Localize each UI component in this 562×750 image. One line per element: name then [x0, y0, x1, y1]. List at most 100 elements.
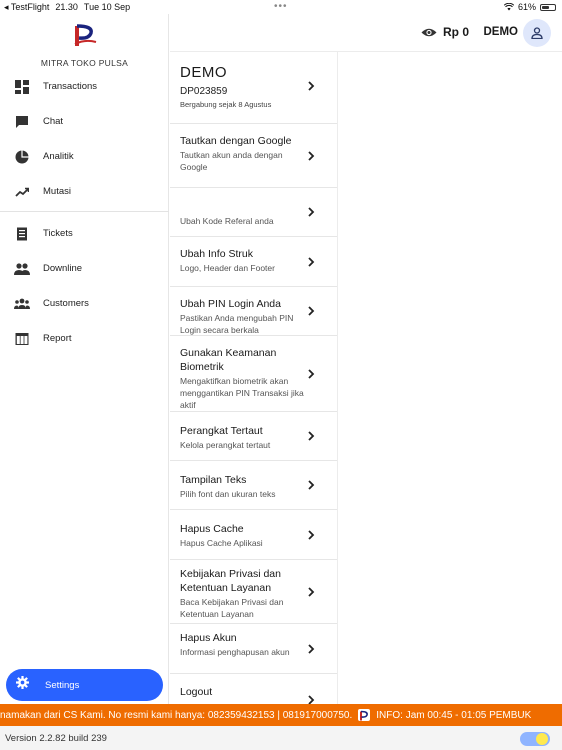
settings-row-clear-cache[interactable]: Hapus Cache Hapus Cache Aplikasi — [170, 510, 337, 560]
sidebar-item-mutasi[interactable]: Mutasi — [0, 174, 169, 209]
balance-amount: Rp 0 — [442, 25, 469, 39]
status-time: 21.30 — [55, 2, 78, 12]
theme-toggle[interactable] — [520, 732, 550, 746]
status-bar: ◂ TestFlight 21.30 Tue 10 Sep ••• 61% — [0, 0, 562, 14]
settings-row-title: Hapus Cache — [180, 523, 244, 535]
sidebar-item-label: Chat — [43, 116, 64, 127]
settings-row-title: Kebijakan Privasi dan Ketentuan Layanan — [180, 568, 281, 594]
settings-row-title: Tautkan dengan Google — [180, 135, 292, 147]
battery-icon — [540, 3, 556, 11]
footer: Version 2.2.82 build 239 — [0, 726, 562, 750]
sidebar-item-chat[interactable]: Chat — [0, 104, 169, 139]
settings-row-subtitle: Ubah Kode Referal anda — [180, 216, 274, 226]
profile-name: DEMO — [180, 64, 227, 81]
ticker-text-info: INFO: Jam 00:45 - 01:05 PEMBUK — [376, 709, 532, 721]
status-date: Tue 10 Sep — [83, 2, 131, 12]
settings-row-subtitle: Kelola perangkat tertaut — [180, 440, 271, 450]
announcement-ticker: namakan dari CS Kami. No resmi kami hany… — [0, 704, 562, 726]
sidebar-item-label: Transactions — [43, 81, 98, 92]
settings-row-title: Hapus Akun — [180, 632, 237, 644]
brand-logo-small — [358, 709, 371, 721]
settings-row-title: Gunakan Keamanan Biometrik — [180, 347, 277, 373]
settings-row-referral[interactable]: Ubah Kode Referal anda — [170, 188, 337, 237]
sidebar-item-customers[interactable]: Customers — [0, 286, 169, 321]
settings-row-title: Perangkat Tertaut — [180, 425, 263, 437]
chevron-right-icon — [308, 480, 315, 490]
sidebar-item-label: Mutasi — [43, 186, 71, 197]
settings-row-google-link[interactable]: Tautkan dengan Google Tautkan akun anda … — [170, 124, 337, 188]
avatar[interactable] — [523, 19, 551, 47]
app-version: Version 2.2.82 build 239 — [5, 733, 107, 744]
user-name[interactable]: DEMO — [484, 26, 519, 38]
receipt-icon — [14, 226, 30, 242]
ticker-text: namakan dari CS Kami. No resmi kami hany… — [0, 709, 353, 721]
sidebar-item-report[interactable]: Report — [0, 321, 169, 356]
sidebar-item-analitik[interactable]: Analitik — [0, 139, 169, 174]
chevron-right-icon — [308, 150, 315, 161]
settings-row-biometric[interactable]: Gunakan Keamanan Biometrik Mengaktifkan … — [170, 336, 337, 412]
chevron-right-icon — [308, 529, 315, 540]
settings-row-receipt-info[interactable]: Ubah Info Struk Logo, Header dan Footer — [170, 237, 337, 287]
settings-row-subtitle: Pilih font dan ukuran teks — [180, 489, 276, 499]
chevron-right-icon — [308, 256, 315, 267]
multitasking-dots-icon[interactable]: ••• — [274, 1, 288, 12]
back-to-testflight[interactable]: ◂ TestFlight — [4, 2, 49, 13]
chat-icon — [14, 114, 30, 130]
settings-row-logout[interactable]: Logout — [170, 674, 337, 704]
nav-group-main: Transactions Chat Analitik Mutasi Ticket… — [0, 69, 169, 356]
groups-icon — [14, 296, 30, 312]
people-icon — [14, 261, 30, 277]
profile-id: DP023859 — [180, 86, 228, 97]
settings-row-text-display[interactable]: Tampilan Teks Pilih font dan ukuran teks — [170, 461, 337, 510]
sidebar-item-label: Analitik — [43, 151, 74, 162]
chevron-right-icon — [308, 306, 315, 316]
chevron-right-icon — [308, 368, 315, 379]
sidebar-item-transactions[interactable]: Transactions — [0, 69, 169, 104]
settings-row-subtitle: Mengaktifkan biometrik akan menggantikan… — [180, 376, 304, 410]
chevron-right-icon — [308, 695, 315, 704]
sidebar-item-tickets[interactable]: Tickets — [0, 216, 169, 251]
settings-row-subtitle: Hapus Cache Aplikasi — [180, 538, 263, 548]
sidebar-item-settings[interactable]: Settings — [6, 669, 163, 701]
dashboard-icon — [14, 79, 30, 95]
sidebar-item-label: Settings — [45, 679, 80, 691]
chevron-right-icon — [308, 586, 315, 597]
settings-row-linked-devices[interactable]: Perangkat Tertaut Kelola perangkat terta… — [170, 412, 337, 461]
balance-toggle[interactable]: Rp 0 — [421, 25, 469, 39]
settings-row-title: Logout — [180, 686, 213, 698]
settings-row-subtitle: Pastikan Anda mengubah PIN Login secara … — [180, 313, 294, 335]
sidebar-item-downline[interactable]: Downline — [0, 251, 169, 286]
chevron-right-icon — [308, 431, 315, 441]
pie-chart-icon — [14, 149, 30, 165]
settings-row-title: Tampilan Teks — [180, 474, 247, 486]
settings-row-title: Ubah PIN Login Anda — [180, 298, 281, 310]
sidebar: MITRA TOKO PULSA Transactions Chat Anali… — [0, 14, 169, 704]
person-icon — [531, 27, 543, 39]
sidebar-item-label: Tickets — [43, 228, 73, 239]
settings-row-subtitle: Baca Kebijakan Privasi dan Ketentuan Lay… — [180, 597, 284, 619]
gear-icon — [16, 676, 29, 694]
wifi-icon — [503, 3, 514, 11]
brand: MITRA TOKO PULSA — [0, 22, 169, 68]
table-icon — [14, 331, 30, 347]
chevron-right-icon — [308, 81, 315, 91]
trending-up-icon — [14, 184, 30, 200]
settings-row-title: Ubah Info Struk — [180, 248, 253, 260]
sidebar-item-label: Report — [43, 333, 72, 344]
sun-icon — [536, 733, 548, 745]
chevron-right-icon — [308, 643, 315, 654]
brand-logo — [70, 22, 99, 50]
settings-row-change-pin[interactable]: Ubah PIN Login Anda Pastikan Anda mengub… — [170, 287, 337, 336]
settings-row-delete-account[interactable]: Hapus Akun Informasi penghapusan akun — [170, 624, 337, 674]
settings-row-subtitle: Tautkan akun anda dengan Google — [180, 150, 283, 172]
battery-percent: 61% — [517, 2, 536, 12]
settings-row-subtitle: Informasi penghapusan akun — [180, 647, 290, 657]
sidebar-item-label: Downline — [43, 263, 83, 274]
profile-joined: Bergabung sejak 8 Agustus — [180, 100, 272, 109]
chevron-right-icon — [308, 207, 315, 217]
profile-row[interactable]: DEMO DP023859 Bergabung sejak 8 Agustus — [170, 52, 337, 124]
settings-list: DEMO DP023859 Bergabung sejak 8 Agustus … — [170, 52, 338, 704]
settings-row-privacy-policy[interactable]: Kebijakan Privasi dan Ketentuan Layanan … — [170, 560, 337, 624]
nav-divider — [0, 211, 169, 212]
eye-icon — [421, 28, 437, 36]
